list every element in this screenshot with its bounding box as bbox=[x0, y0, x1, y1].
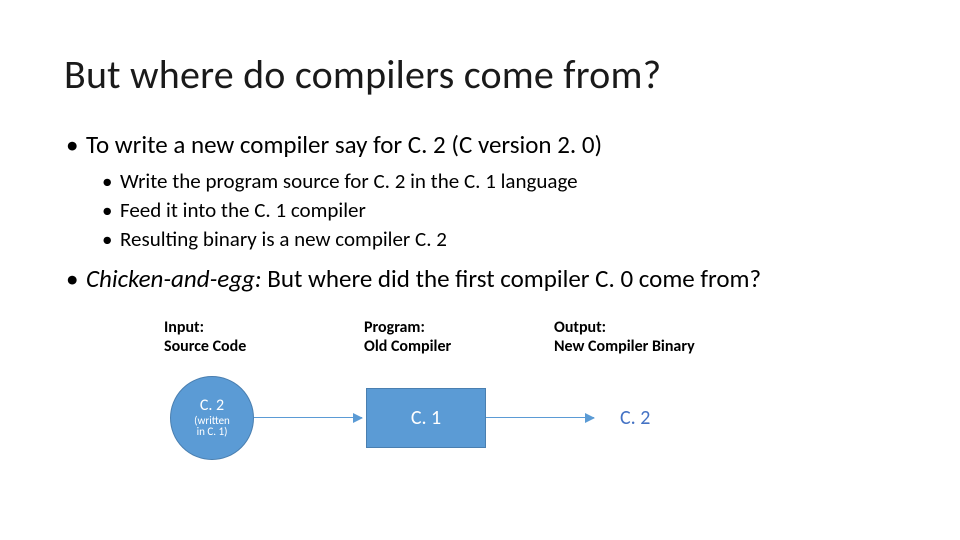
node-text-line1: C. 2 bbox=[200, 398, 224, 415]
slide: But where do compilers come from? To wri… bbox=[0, 0, 960, 540]
diagram-label-input: Input: Source Code bbox=[164, 318, 246, 356]
bullet-emphasis: Chicken-and-egg: bbox=[86, 263, 262, 294]
node-text: C. 1 bbox=[411, 406, 441, 430]
bullet-text: Resulting binary is a new compiler C. 2 bbox=[120, 226, 447, 252]
bullet-item: To write a new compiler say for C. 2 (C … bbox=[86, 129, 900, 253]
bullet-item: Write the program source for C. 2 in the… bbox=[120, 168, 900, 195]
bullet-item: Resulting binary is a new compiler C. 2 bbox=[120, 226, 900, 253]
diagram-node-source: C. 2 (written in C. 1) bbox=[170, 376, 254, 460]
bullet-item: Feed it into the C. 1 compiler bbox=[120, 197, 900, 224]
arrow-icon bbox=[486, 417, 594, 418]
bullet-text: Write the program source for C. 2 in the… bbox=[120, 168, 578, 194]
bullet-list-level2: Write the program source for C. 2 in the… bbox=[86, 168, 900, 254]
bullet-text: Feed it into the C. 1 compiler bbox=[120, 197, 366, 223]
diagram-label-output: Output: New Compiler Binary bbox=[554, 318, 695, 356]
bullet-item: Chicken-and-egg: But where did the first… bbox=[86, 263, 900, 296]
diagram-label-program: Program: Old Compiler bbox=[364, 318, 451, 356]
bullet-list-level1: To write a new compiler say for C. 2 (C … bbox=[64, 129, 900, 296]
arrow-icon bbox=[254, 417, 362, 418]
diagram: Input: Source Code Program: Old Compiler… bbox=[64, 318, 900, 498]
bullet-text: To write a new compiler say for C. 2 (C … bbox=[86, 129, 602, 160]
diagram-node-compiler: C. 1 bbox=[366, 388, 486, 448]
bullet-text: But where did the first compiler C. 0 co… bbox=[262, 263, 761, 294]
node-text-line3: in C. 1) bbox=[197, 426, 228, 438]
slide-title: But where do compilers come from? bbox=[64, 50, 900, 99]
diagram-node-output: C. 2 bbox=[620, 406, 650, 430]
